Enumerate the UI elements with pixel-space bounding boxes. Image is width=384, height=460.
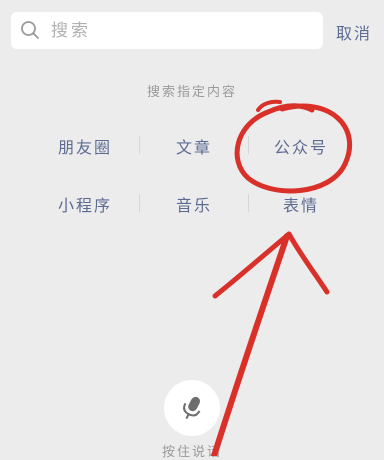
category-moments[interactable]: 朋友圈 xyxy=(30,134,140,158)
category-mini-programs[interactable]: 小程序 xyxy=(30,192,140,216)
category-stickers[interactable]: 表情 xyxy=(246,192,356,216)
category-articles[interactable]: 文章 xyxy=(139,134,249,158)
microphone-icon xyxy=(183,396,201,420)
voice-input-label: 按住说话 xyxy=(161,445,222,460)
search-icon xyxy=(21,21,39,39)
section-title: 搜索指定内容 xyxy=(146,85,237,100)
category-music[interactable]: 音乐 xyxy=(139,192,249,216)
search-input[interactable] xyxy=(51,16,311,45)
search-bar[interactable] xyxy=(11,12,323,49)
voice-input-button[interactable] xyxy=(164,380,220,436)
category-official-accounts[interactable]: 公众号 xyxy=(246,134,356,158)
cancel-button[interactable]: 取消 xyxy=(336,20,372,44)
